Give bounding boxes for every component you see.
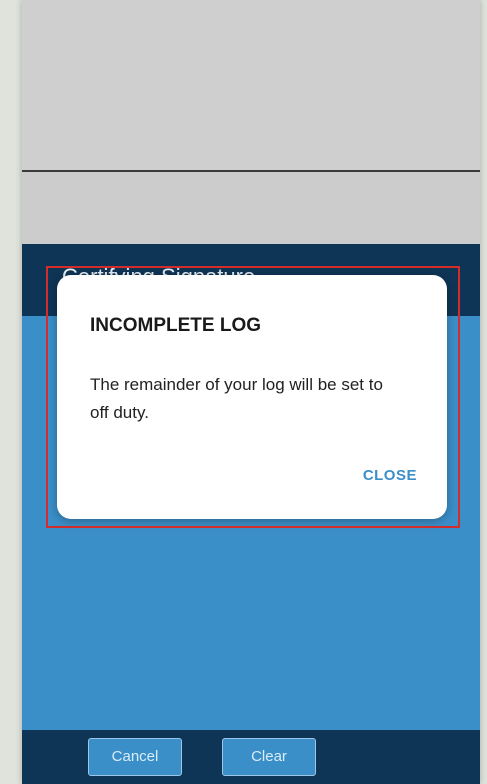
clear-button[interactable]: Clear	[222, 738, 316, 776]
footer-bar: Cancel Clear	[22, 730, 480, 784]
gray-strip	[22, 172, 480, 244]
highlight-box	[46, 266, 460, 528]
cancel-button[interactable]: Cancel	[88, 738, 182, 776]
signature-area[interactable]	[22, 0, 480, 172]
